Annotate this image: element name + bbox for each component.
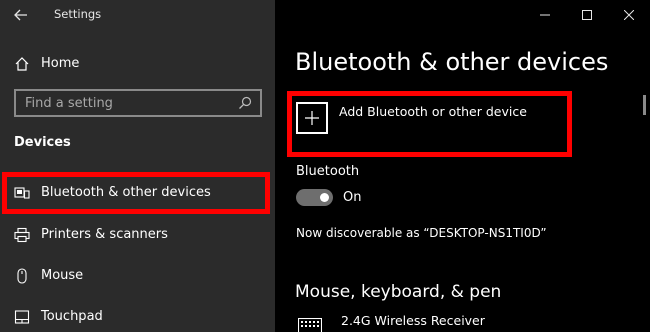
sidebar-item-label: Mouse: [41, 268, 84, 283]
section-heading-mouse-keyboard-pen: Mouse, keyboard, & pen: [295, 282, 502, 302]
minimize-button[interactable]: [524, 0, 566, 30]
mouse-icon: [14, 268, 30, 284]
add-device-button[interactable]: Add Bluetooth or other device: [296, 102, 556, 136]
sidebar-item-label: Bluetooth & other devices: [41, 185, 211, 200]
bluetooth-devices-icon: [14, 185, 30, 201]
search-icon[interactable]: [238, 96, 252, 110]
back-arrow-icon: [14, 9, 27, 21]
close-button[interactable]: [608, 0, 650, 30]
search-placeholder: Find a setting: [25, 96, 113, 111]
bluetooth-heading: Bluetooth: [296, 164, 360, 179]
sidebar-item-label: Touchpad: [41, 309, 103, 324]
close-icon: [624, 10, 634, 20]
touchpad-icon: [14, 309, 30, 325]
section-header-devices: Devices: [14, 135, 71, 150]
main-content: Bluetooth & other devices Add Bluetooth …: [275, 0, 650, 332]
app-title: Settings: [54, 7, 102, 21]
device-list-item[interactable]: 2.4G Wireless Receiver: [296, 312, 596, 332]
sidebar-item-label: Printers & scanners: [41, 227, 168, 242]
title-bar: Settings: [0, 0, 275, 30]
sidebar-item-touchpad[interactable]: Touchpad: [0, 300, 275, 332]
sidebar-item-label: Home: [41, 56, 80, 71]
window-controls: [524, 0, 650, 30]
device-label: 2.4G Wireless Receiver: [341, 313, 485, 328]
maximize-button[interactable]: [566, 0, 608, 30]
bluetooth-toggle[interactable]: [296, 189, 333, 206]
home-icon: [14, 56, 30, 72]
plus-icon: [296, 102, 328, 134]
sidebar-item-mouse[interactable]: Mouse: [0, 259, 275, 293]
maximize-icon: [582, 10, 592, 20]
scrollbar[interactable]: [643, 95, 646, 115]
bluetooth-state-label: On: [343, 190, 362, 205]
printer-icon: [14, 227, 30, 243]
search-input[interactable]: Find a setting: [14, 89, 262, 117]
discoverable-text: Now discoverable as “DESKTOP-NS1TI0D”: [296, 226, 547, 240]
sidebar: Settings Home Find a setting Devices Blu…: [0, 0, 275, 332]
minimize-icon: [540, 14, 550, 16]
sidebar-item-bluetooth[interactable]: Bluetooth & other devices: [0, 176, 275, 210]
back-button[interactable]: [10, 5, 32, 25]
sidebar-item-printers[interactable]: Printers & scanners: [0, 218, 275, 252]
keyboard-icon: [298, 318, 322, 332]
add-device-label: Add Bluetooth or other device: [339, 104, 527, 119]
toggle-knob: [320, 193, 329, 202]
settings-window: Settings Home Find a setting Devices Blu…: [0, 0, 650, 332]
page-title: Bluetooth & other devices: [295, 48, 609, 76]
sidebar-item-home[interactable]: Home: [0, 50, 275, 78]
